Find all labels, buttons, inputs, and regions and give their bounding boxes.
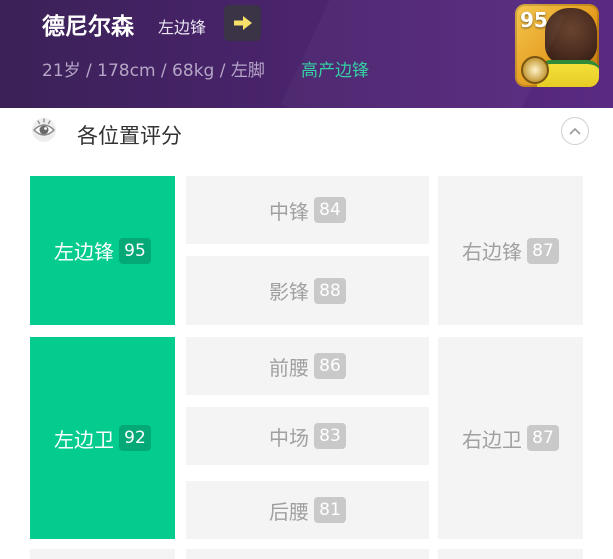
position-cell-rwf[interactable]: 右边锋 87 — [438, 176, 583, 325]
position-cell-cmf[interactable]: 中场 83 — [186, 407, 429, 465]
card-rating: 95 — [520, 8, 548, 32]
position-cell-lb[interactable]: 左边卫 92 — [30, 337, 175, 539]
position-score: 95 — [119, 237, 151, 264]
position-label: 左边卫 — [54, 427, 114, 452]
position-score: 92 — [119, 425, 151, 451]
player-position: 左边锋 — [158, 18, 207, 37]
position-cell-cf[interactable]: 中锋 84 — [186, 176, 429, 244]
position-label: 中场 — [269, 425, 309, 450]
position-score: 83 — [314, 423, 346, 449]
position-score: 88 — [314, 277, 346, 304]
position-label: 影锋 — [269, 280, 309, 304]
position-cell-lwf[interactable]: 左边锋 95 — [30, 176, 175, 325]
position-cell-amf[interactable]: 前腰 86 — [186, 337, 429, 395]
position-label: 左边锋 — [54, 240, 114, 264]
position-score: 87 — [527, 425, 559, 451]
position-cell-next[interactable] — [438, 549, 583, 559]
position-label: 右边卫 — [462, 427, 522, 452]
position-cell-dmf[interactable]: 后腰 81 — [186, 481, 429, 539]
position-score: 86 — [314, 353, 346, 379]
position-score: 81 — [314, 497, 346, 523]
position-label: 后腰 — [269, 499, 309, 524]
position-cell-next[interactable] — [30, 549, 175, 559]
player-photo — [545, 8, 597, 64]
position-score: 87 — [527, 237, 559, 264]
player-stats: 21岁 / 178cm / 68kg / 左脚 — [42, 61, 265, 81]
card-badge-icon — [521, 56, 549, 84]
eye-icon — [32, 118, 56, 142]
position-label: 中锋 — [269, 199, 309, 224]
player-card[interactable]: 95 — [515, 4, 599, 87]
position-cell-rb[interactable]: 右边卫 87 — [438, 337, 583, 539]
position-label: 右边锋 — [462, 240, 522, 264]
collapse-button[interactable] — [561, 117, 589, 145]
player-header: 德尼尔森 左边锋 21岁 / 178cm / 68kg / 左脚 高产边锋 95 — [0, 0, 613, 108]
arrow-right-icon — [233, 16, 252, 30]
chevron-up-icon — [569, 127, 581, 135]
player-name: 德尼尔森 — [42, 14, 134, 40]
position-score: 84 — [314, 197, 346, 223]
position-cell-next[interactable] — [186, 549, 429, 559]
section-title: 各位置评分 — [77, 124, 182, 148]
position-cell-ss[interactable]: 影锋 88 — [186, 256, 429, 325]
position-label: 前腰 — [269, 355, 309, 380]
position-switch-button[interactable] — [224, 5, 261, 41]
playstyle-link[interactable]: 高产边锋 — [301, 56, 369, 81]
